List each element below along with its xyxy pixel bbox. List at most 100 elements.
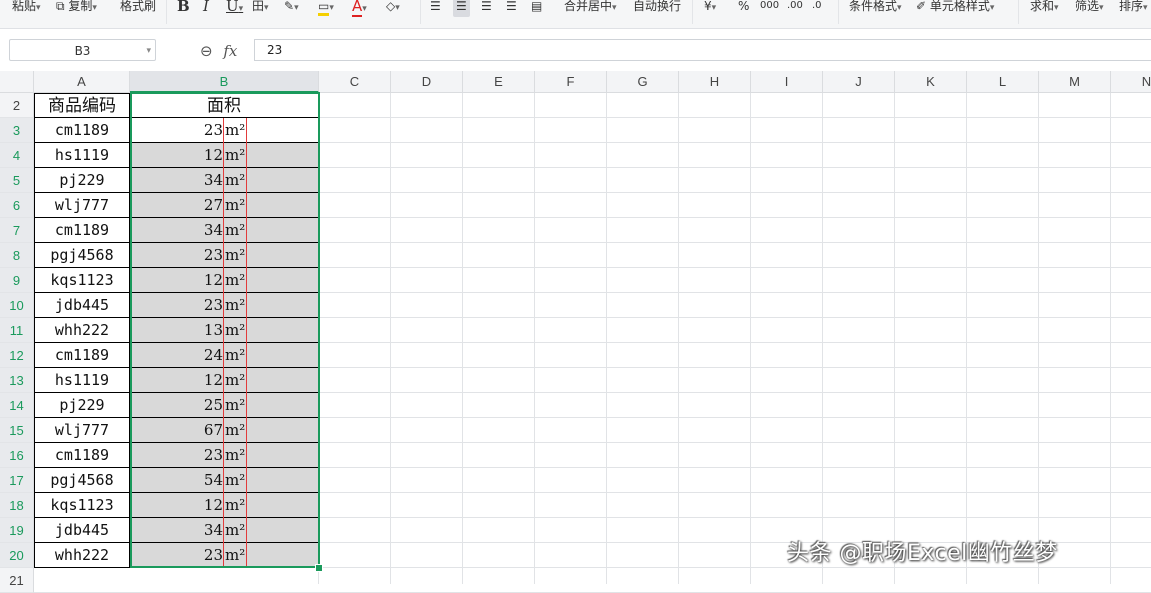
table-cell-code[interactable]: cm1189 xyxy=(34,118,130,143)
row-header-18[interactable]: 18 xyxy=(0,493,34,518)
row-header-4[interactable]: 4 xyxy=(0,143,34,168)
align-left-icon[interactable]: ☰ xyxy=(430,0,441,17)
justify-icon[interactable]: ☰ xyxy=(506,0,517,17)
italic-button[interactable]: I xyxy=(203,0,209,17)
table-cell-code[interactable]: hs1119 xyxy=(34,143,130,168)
table-cell-code[interactable]: hs1119 xyxy=(34,368,130,393)
table-cell-area[interactable]: 34 m² xyxy=(130,518,319,543)
align-center-icon[interactable]: ☰ xyxy=(453,0,470,17)
sort-button[interactable]: 排序▾ xyxy=(1119,0,1148,17)
chevron-down-icon[interactable]: ▾ xyxy=(146,40,151,62)
bold-button[interactable]: B xyxy=(177,0,190,17)
table-cell-code[interactable]: wlj777 xyxy=(34,418,130,443)
formula-input[interactable]: 23 xyxy=(254,39,1151,61)
row-header-7[interactable]: 7 xyxy=(0,218,34,243)
row-header-11[interactable]: 11 xyxy=(0,318,34,343)
filter-button[interactable]: 筛选▾ xyxy=(1075,0,1104,17)
column-header-a[interactable]: A xyxy=(34,71,130,93)
row-header-3[interactable]: 3 xyxy=(0,118,34,143)
column-header-m[interactable]: M xyxy=(1039,71,1111,93)
table-cell-area[interactable]: 23 m² xyxy=(130,293,319,318)
merge-center-button[interactable]: 合并居中▾ xyxy=(564,0,617,17)
align-right-icon[interactable]: ☰ xyxy=(481,0,492,17)
paste-button[interactable]: 粘贴▾ xyxy=(12,0,41,17)
table-cell-area[interactable]: 34 m² xyxy=(130,218,319,243)
table-cell-area[interactable]: 12 m² xyxy=(130,493,319,518)
table-cell-code[interactable]: pgj4568 xyxy=(34,468,130,493)
clear-button[interactable]: ◇▾ xyxy=(386,0,400,17)
column-header-h[interactable]: H xyxy=(679,71,751,93)
table-cell-code[interactable]: pj229 xyxy=(34,168,130,193)
table-cell-area[interactable]: 24 m² xyxy=(130,343,319,368)
row-header-21[interactable]: 21 xyxy=(0,568,34,593)
select-all-corner[interactable] xyxy=(0,71,34,93)
row-header-12[interactable]: 12 xyxy=(0,343,34,368)
fill-color-button[interactable]: ▭▾ xyxy=(318,0,334,17)
table-cell-code[interactable]: kqs1123 xyxy=(34,493,130,518)
table-cell-area[interactable]: 23 m² xyxy=(130,243,319,268)
header-cell-code[interactable]: 商品编码 xyxy=(34,93,130,118)
column-header-k[interactable]: K xyxy=(895,71,967,93)
wrap-text-button[interactable]: 自动换行 xyxy=(633,0,681,17)
table-cell-code[interactable]: cm1189 xyxy=(34,218,130,243)
cell-style-button[interactable]: ✐ 单元格样式▾ xyxy=(916,0,994,17)
fill-handle[interactable] xyxy=(315,564,323,572)
table-cell-code[interactable]: cm1189 xyxy=(34,443,130,468)
table-cell-code[interactable]: jdb445 xyxy=(34,518,130,543)
currency-button[interactable]: ¥▾ xyxy=(704,0,716,17)
sum-button[interactable]: 求和▾ xyxy=(1030,0,1059,17)
row-header-10[interactable]: 10 xyxy=(0,293,34,318)
column-header-f[interactable]: F xyxy=(535,71,607,93)
table-cell-code[interactable]: kqs1123 xyxy=(34,268,130,293)
column-header-c[interactable]: C xyxy=(319,71,391,93)
table-cell-area[interactable]: 13 m² xyxy=(130,318,319,343)
table-cell-code[interactable]: pj229 xyxy=(34,393,130,418)
row-header-9[interactable]: 9 xyxy=(0,268,34,293)
font-color-button[interactable]: A▾ xyxy=(352,0,367,17)
increase-decimal-icon[interactable]: .00 xyxy=(787,0,803,17)
style-button[interactable]: ✎▾ xyxy=(284,0,299,17)
column-header-g[interactable]: G xyxy=(607,71,679,93)
copy-button[interactable]: ⧉ 复制▾ xyxy=(56,0,97,17)
table-cell-area[interactable]: 34 m² xyxy=(130,168,319,193)
column-header-n[interactable]: N xyxy=(1111,71,1151,93)
row-header-8[interactable]: 8 xyxy=(0,243,34,268)
decrease-decimal-icon[interactable]: .0 xyxy=(812,0,822,17)
distributed-icon[interactable]: ▤ xyxy=(531,0,542,17)
row-header-14[interactable]: 14 xyxy=(0,393,34,418)
row-header-19[interactable]: 19 xyxy=(0,518,34,543)
column-header-l[interactable]: L xyxy=(967,71,1039,93)
table-cell-area[interactable]: 25 m² xyxy=(130,393,319,418)
row-header-5[interactable]: 5 xyxy=(0,168,34,193)
name-box[interactable]: B3 ▾ xyxy=(9,39,156,61)
table-cell-area[interactable]: 27 m² xyxy=(130,193,319,218)
zoom-formula-icon[interactable]: ⊖ xyxy=(200,42,213,60)
column-header-e[interactable]: E xyxy=(463,71,535,93)
column-header-j[interactable]: J xyxy=(823,71,895,93)
percent-button[interactable]: % xyxy=(738,0,749,17)
row-header-2[interactable]: 2 xyxy=(0,93,34,118)
table-cell-code[interactable]: pgj4568 xyxy=(34,243,130,268)
row-header-17[interactable]: 17 xyxy=(0,468,34,493)
table-cell-code[interactable]: wlj777 xyxy=(34,193,130,218)
table-cell-area[interactable]: 12 m² xyxy=(130,143,319,168)
table-cell-area[interactable]: 12 m² xyxy=(130,268,319,293)
row-header-16[interactable]: 16 xyxy=(0,443,34,468)
fx-icon[interactable]: fx xyxy=(223,42,237,60)
table-cell-area[interactable]: 67 m² xyxy=(130,418,319,443)
border-button[interactable]: 田▾ xyxy=(252,0,269,17)
header-cell-area[interactable]: 面积 xyxy=(130,93,319,118)
table-cell-code[interactable]: jdb445 xyxy=(34,293,130,318)
table-cell-code[interactable]: whh222 xyxy=(34,543,130,568)
thousands-icon[interactable]: 000 xyxy=(760,0,779,17)
row-header-15[interactable]: 15 xyxy=(0,418,34,443)
table-cell-area[interactable]: 54 m² xyxy=(130,468,319,493)
format-painter-button[interactable]: 格式刷 xyxy=(120,0,156,17)
row-header-20[interactable]: 20 xyxy=(0,543,34,568)
column-header-d[interactable]: D xyxy=(391,71,463,93)
table-cell-code[interactable]: whh222 xyxy=(34,318,130,343)
underline-button[interactable]: U▾ xyxy=(226,0,243,17)
table-cell-area[interactable]: 23 m² xyxy=(130,543,319,568)
row-header-6[interactable]: 6 xyxy=(0,193,34,218)
table-cell-area[interactable]: 23 m² xyxy=(130,443,319,468)
